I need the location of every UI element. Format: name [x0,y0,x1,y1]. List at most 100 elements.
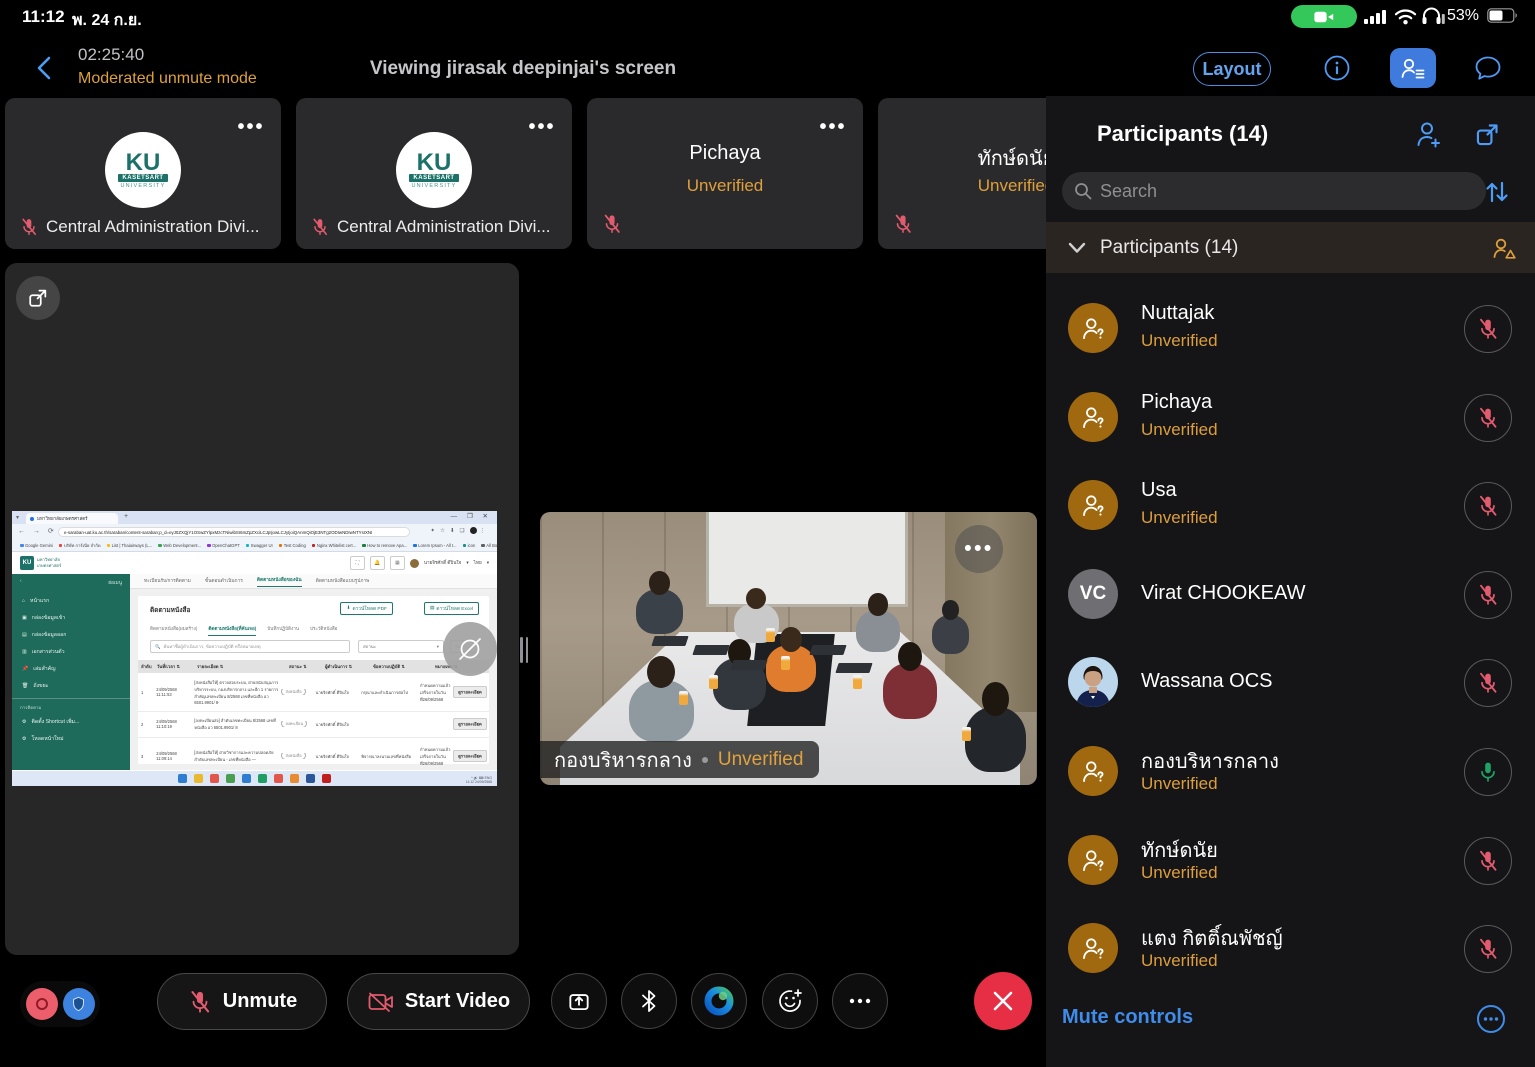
lang-select[interactable]: ไทย [474,560,482,567]
video-thumbnail[interactable]: •••KUKASETSARTUNIVERSITYCentral Administ… [5,98,281,249]
sidebar-item[interactable]: ⚙ติดตั้ง Shortcut เพิ่ม... [12,713,130,730]
participant-row[interactable]: กองบริหารกลางUnverified [1046,727,1535,815]
room-video-tile[interactable]: ••• กองบริหารกลาง Unverified [540,512,1037,785]
inner-tab[interactable]: ติดตามหนังสือ(ที่ค้นเจอ) [208,626,256,636]
share-button[interactable] [551,973,607,1029]
sidebar-item[interactable]: ⚙โหลดหน้าใหม่ [12,730,130,747]
taskbar-app-icon[interactable] [226,774,235,783]
download-excel-button[interactable]: ▤ดาวน์โหลด Excel [424,602,479,615]
bookmarks-bar[interactable]: Google Geminiบริษัท การ์เนีย จำกัดList |… [12,540,497,552]
participant-mute-button-muted[interactable] [1464,394,1512,442]
content-top-tab[interactable]: ทะเบียนรับ/การติดตาม [144,577,191,585]
participants-toggle-button[interactable] [1390,48,1436,88]
leave-meeting-button[interactable] [974,972,1032,1030]
participant-mute-button-muted[interactable] [1464,925,1512,973]
content-top-tab[interactable]: ติดตามหนังสือแบบรูปภาพ [316,577,370,585]
participant-mute-button-muted[interactable] [1464,571,1512,619]
nav-buttons[interactable]: ← → ⟳ [18,527,57,535]
bookmark-item[interactable]: All Bookmarks [481,543,497,548]
saraban-sidebar[interactable]: ‹ย่อเมนู⌂หน้าแรก▣กล่องข้อมูลเข้า▤กล่องข้… [12,574,130,770]
bookmark-item[interactable]: Swagger UI [246,543,273,548]
participant-mute-button-muted[interactable] [1464,305,1512,353]
webex-button[interactable] [691,973,747,1029]
status-filter-select[interactable]: สถานะ▾ [358,640,444,653]
bookmark-item[interactable]: Nginx Whitelist cert... [312,543,356,548]
table-row[interactable]: 124/09/256811:11:53[ส่งหนังสือให้] ตรวจส… [138,673,489,712]
url-field[interactable]: e-saraban-uat.ku.ac.th/saraban/content-s… [58,527,410,537]
taskbar-app-icon[interactable] [242,774,251,783]
bell-mini-button[interactable]: 🔔 [370,556,385,570]
new-tab-icon[interactable]: + [124,513,128,520]
participant-row[interactable]: UsaUnverified [1046,461,1535,549]
bookmark-item[interactable]: Web Development... [158,543,201,548]
user-chip[interactable]: ⛶ 🔔 ▦ นายจิรศักดิ์ ดีปินใจ▾ ไทย▾ [350,556,489,570]
participant-row[interactable]: Wassana OCS [1046,638,1535,726]
taskbar-app-icon[interactable] [322,774,331,783]
participant-row[interactable]: NuttajakUnverified [1046,284,1535,372]
inner-tab[interactable]: ประวัติหนังสือ [310,626,337,636]
popout-panel-icon[interactable] [1474,121,1501,148]
bookmark-item[interactable]: Lorem Ipsum - All t... [413,543,456,548]
content-top-tab[interactable]: ติดตามหนังสือของฉัน [257,576,302,587]
video-more-options-button[interactable]: ••• [955,525,1003,573]
participant-mute-button-muted[interactable] [1464,482,1512,530]
info-icon[interactable] [1324,55,1350,81]
layout-button[interactable]: Layout [1193,52,1271,86]
grid-mini-button[interactable]: ▦ [390,556,405,570]
content-top-tab[interactable]: ขั้นตอนดำเนินการ [205,577,243,585]
bookmark-item[interactable]: List | Thaiairways (L... [107,543,153,548]
bookmark-item[interactable]: OpenChatGPT [207,543,240,548]
sidebar-item[interactable]: ▥เอกสารส่วนตัว [12,643,130,660]
taskbar-app-icon[interactable] [210,774,219,783]
thumbnail-more-options-button[interactable]: ••• [813,112,853,142]
participant-row[interactable]: ทักษ์ดนัยUnverified [1046,816,1535,904]
shared-screen-panel[interactable]: ▾ มหาวิทยาลัยเกษตรศาสตร์ + — ❐ ✕ ← → ⟳ e… [5,263,519,955]
mute-controls-more-icon[interactable] [1476,1004,1506,1034]
taskbar-app-icon[interactable] [274,774,283,783]
view-details-button[interactable]: ดูรายละเอียด [453,750,487,762]
inner-tab[interactable]: บันทึกปฏิบัติงาน [267,626,299,636]
inner-tab[interactable]: ติดตามหนังสือ(ผมสร้าง) [150,626,197,636]
participant-search-input[interactable]: Search [1062,172,1486,210]
urlbar-icons[interactable]: ✦☆⬇❏⋮ [430,527,487,534]
inner-tabs[interactable]: ติดตามหนังสือ(ผมสร้าง) ติดตามหนังสือ(ที่ค… [150,626,337,636]
annotate-button[interactable] [443,622,497,676]
thumbnail-more-options-button[interactable]: ••• [231,112,271,142]
taskbar-app-icon[interactable] [290,774,299,783]
windows-taskbar[interactable] [12,771,497,786]
bookmark-item[interactable]: icon [463,543,476,548]
participant-row[interactable]: VCVirat CHOOKEAW [1046,550,1535,638]
sidebar-item[interactable]: ⌂หน้าแรก [12,592,130,609]
add-participant-icon[interactable] [1414,120,1444,148]
sidebar-item[interactable]: ▤กล่องข้อมูลออก [12,626,130,643]
participant-row[interactable]: PichayaUnverified [1046,373,1535,461]
sidebar-item[interactable]: 📌เล่มสำคัญ [12,660,130,677]
window-controls[interactable]: — ❐ ✕ [451,512,492,520]
bookmark-item[interactable]: Test Coding [279,543,306,548]
bluetooth-button[interactable] [621,973,677,1029]
participants-section-header[interactable]: Participants (14) [1046,222,1535,273]
fullscreen-mini-button[interactable]: ⛶ [350,556,365,570]
start-video-button[interactable]: Start Video [347,973,530,1030]
chat-icon[interactable] [1474,55,1502,82]
video-thumbnail[interactable]: •••KUKASETSARTUNIVERSITYCentral Administ… [296,98,572,249]
participant-mute-button-unmuted[interactable] [1464,748,1512,796]
participant-row[interactable]: แตง กิตติ์ณพัชญ์Unverified [1046,904,1535,992]
reactions-button[interactable] [762,973,818,1029]
unmute-button[interactable]: Unmute [157,973,327,1030]
bookmark-item[interactable]: Google Gemini [20,543,53,548]
table-search-input[interactable]: 🔍ค้นหาชื่อผู้ดำเนินการ, ข้อความปฏิบัติ ห… [150,640,350,653]
participant-mute-button-muted[interactable] [1464,837,1512,885]
record-button[interactable] [26,988,58,1020]
view-details-button[interactable]: ดูรายละเอียด [453,718,487,730]
security-button[interactable] [63,988,95,1020]
sidebar-item[interactable]: 🗑ถังขยะ [12,677,130,694]
browser-tab[interactable]: มหาวิทยาลัยเกษตรศาสตร์ [26,513,118,524]
sidebar-item[interactable]: ▣กล่องข้อมูลเข้า [12,609,130,626]
video-thumbnail[interactable]: •••PichayaUnverified [587,98,863,249]
more-options-button[interactable] [832,973,888,1029]
taskbar-app-icon[interactable] [194,774,203,783]
participant-mute-button-muted[interactable] [1464,659,1512,707]
view-details-button[interactable]: ดูรายละเอียด [453,686,487,698]
taskbar-app-icon[interactable] [178,774,187,783]
